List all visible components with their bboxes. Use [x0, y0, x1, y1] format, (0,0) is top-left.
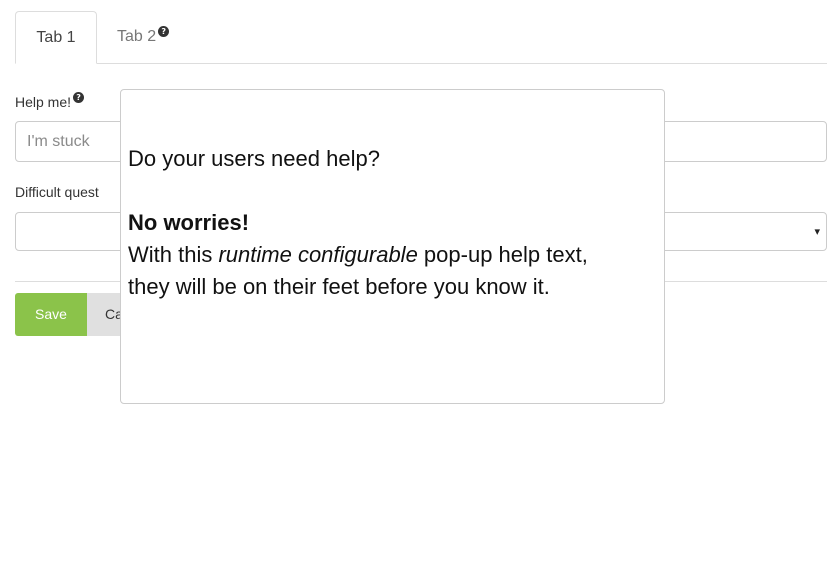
save-button[interactable]: Save [15, 293, 87, 336]
chevron-down-icon: ▾ [814, 225, 820, 238]
tab-bar: Tab 1 Tab 2? [15, 11, 827, 64]
popover-spacer [128, 175, 664, 207]
tab-1-label: Tab 1 [36, 29, 76, 46]
popover-line-4: they will be on their feet before you kn… [128, 274, 550, 299]
popover-line-3: With this runtime configurable pop-up he… [128, 239, 664, 271]
tab-2-label: Tab 2 [117, 28, 157, 45]
difficult-question-label: Difficult quest [15, 184, 99, 200]
question-circle-icon[interactable]: ? [158, 26, 170, 37]
help-me-label-text: Help me! [15, 94, 72, 110]
popover-line-3-suffix: pop-up help text, [417, 242, 588, 267]
popover-line-3-emphasis: runtime configurable [218, 242, 418, 267]
popover-line-3-prefix: With this [128, 242, 219, 267]
help-popover: Do your users need help? No worries! Wit… [120, 89, 665, 404]
page: Tab 1 Tab 2? Help me!? Difficult quest ▾… [0, 0, 833, 580]
popover-line-1: Do your users need help? [128, 146, 380, 171]
tab-2[interactable]: Tab 2? [117, 11, 197, 63]
tab-1[interactable]: Tab 1 [15, 11, 97, 64]
popover-heading: No worries! [128, 210, 250, 235]
question-circle-icon[interactable]: ? [73, 92, 85, 103]
help-me-label: Help me!? [15, 92, 85, 110]
